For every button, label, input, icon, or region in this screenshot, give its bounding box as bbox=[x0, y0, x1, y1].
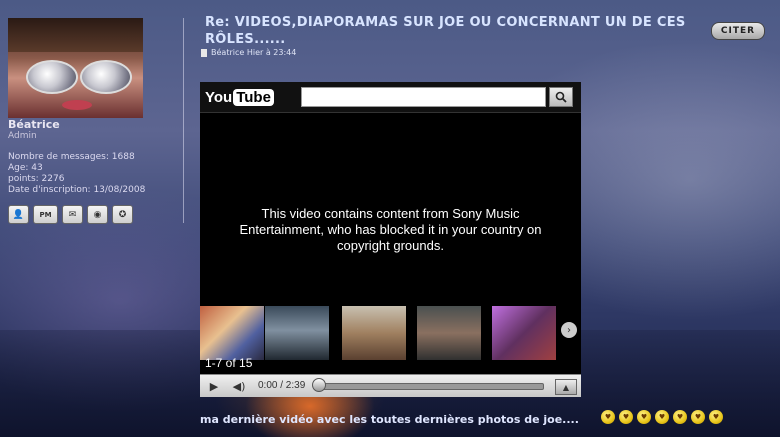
blocked-message: This video contains content from Sony Mu… bbox=[239, 206, 542, 253]
related-video-thumb[interactable] bbox=[200, 306, 264, 360]
smiley-heart-icon: ♥ bbox=[691, 410, 705, 424]
avatar-hair bbox=[8, 18, 143, 52]
pm-button[interactable]: PM bbox=[33, 205, 58, 224]
column-divider bbox=[183, 18, 184, 223]
youtube-logo-tube: Tube bbox=[233, 88, 274, 106]
stat-points: points: 2276 bbox=[8, 174, 65, 184]
user-action-buttons: 👤 PM ✉ ◉ ✪ bbox=[8, 205, 133, 224]
play-icon[interactable]: ▶ bbox=[204, 378, 224, 394]
username[interactable]: Béatrice bbox=[8, 118, 60, 131]
smiley-heart-icon: ♥ bbox=[673, 410, 687, 424]
youtube-logo[interactable]: You Tube bbox=[205, 87, 274, 107]
profile-icon: 👤 bbox=[12, 209, 25, 220]
quote-button[interactable]: CITER bbox=[711, 22, 765, 40]
website-button[interactable]: ◉ bbox=[87, 205, 108, 224]
avatar-lips bbox=[62, 100, 92, 110]
user-role: Admin bbox=[8, 131, 37, 141]
youtube-player[interactable]: You Tube This video contains content fro… bbox=[200, 82, 581, 397]
time-display: 0:00 / 2:39 bbox=[258, 380, 306, 391]
user-stats: Nombre de messages: 1688 Age: 43 points:… bbox=[8, 152, 145, 196]
post-caption: ma dernière vidéo avec les toutes derniè… bbox=[200, 413, 579, 426]
avatar[interactable] bbox=[8, 18, 143, 118]
pm-icon: PM bbox=[39, 210, 52, 219]
player-controls: ▶ ◀) 0:00 / 2:39 ▲ bbox=[200, 374, 581, 397]
related-video-thumb[interactable] bbox=[265, 306, 329, 360]
avatar-glasses-right bbox=[80, 60, 132, 94]
skype-button[interactable]: ✪ bbox=[112, 205, 133, 224]
profile-button[interactable]: 👤 bbox=[8, 205, 29, 224]
smiley-heart-icon: ♥ bbox=[601, 410, 615, 424]
youtube-header: You Tube bbox=[200, 82, 581, 113]
email-icon: ✉ bbox=[68, 209, 77, 220]
website-icon: ◉ bbox=[93, 209, 102, 220]
stat-join-date: Date d'inscription: 13/08/2008 bbox=[8, 185, 146, 195]
post-title[interactable]: Re: VIDEOS,DIAPORAMAS SUR JOE OU CONCERN… bbox=[205, 14, 705, 48]
volume-icon[interactable]: ◀) bbox=[229, 378, 249, 394]
smiley-heart-icon: ♥ bbox=[637, 410, 651, 424]
smiley-heart-icon: ♥ bbox=[619, 410, 633, 424]
related-count: 1-7 of 15 bbox=[205, 356, 253, 370]
smiley-row: ♥ ♥ ♥ ♥ ♥ ♥ ♥ bbox=[601, 410, 723, 424]
expand-icon[interactable]: ▲ bbox=[555, 379, 577, 395]
progress-track[interactable] bbox=[314, 383, 544, 390]
post-meta: Béatrice Hier à 23:44 bbox=[201, 48, 296, 57]
related-videos: › bbox=[200, 306, 581, 372]
post-meta-text: Béatrice Hier à 23:44 bbox=[211, 48, 297, 57]
post-icon bbox=[201, 48, 207, 57]
avatar-glasses-left bbox=[26, 60, 78, 94]
next-arrow-icon[interactable]: › bbox=[561, 322, 577, 338]
stat-age: Age: 43 bbox=[8, 163, 43, 173]
skype-icon: ✪ bbox=[118, 209, 127, 220]
smiley-heart-icon: ♥ bbox=[709, 410, 723, 424]
stat-messages: Nombre de messages: 1688 bbox=[8, 152, 135, 162]
youtube-search-input[interactable] bbox=[301, 87, 546, 107]
related-video-thumb[interactable] bbox=[417, 306, 481, 360]
email-button[interactable]: ✉ bbox=[62, 205, 83, 224]
related-video-thumb[interactable] bbox=[492, 306, 556, 360]
search-icon bbox=[555, 91, 567, 103]
youtube-logo-you: You bbox=[205, 88, 233, 106]
youtube-search-button[interactable] bbox=[549, 87, 573, 107]
related-video-thumb[interactable] bbox=[342, 306, 406, 360]
smiley-heart-icon: ♥ bbox=[655, 410, 669, 424]
progress-handle[interactable] bbox=[312, 378, 326, 392]
